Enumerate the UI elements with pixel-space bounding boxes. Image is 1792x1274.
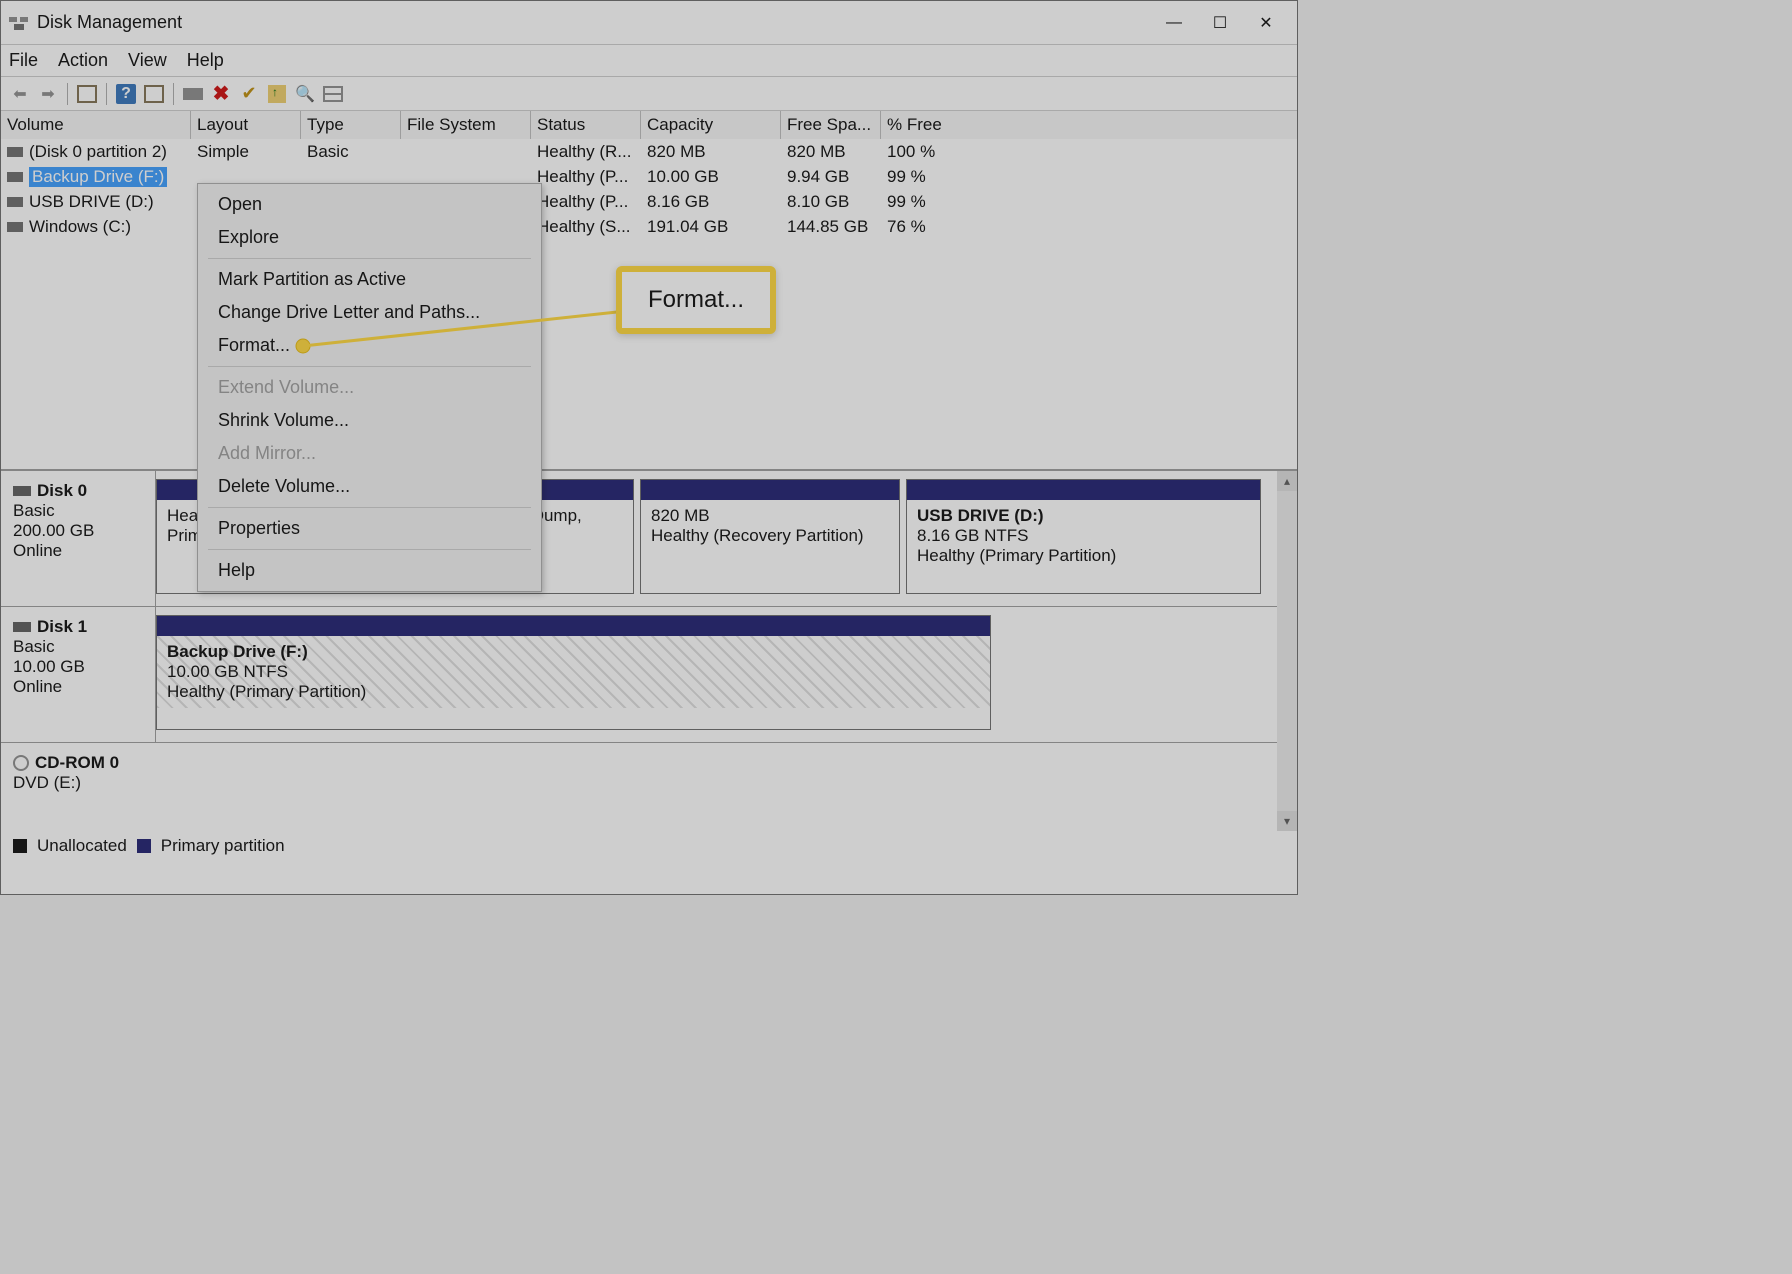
col-header-capacity[interactable]: Capacity — [641, 111, 781, 139]
context-menu: Open Explore Mark Partition as Active Ch… — [197, 183, 542, 592]
col-header-pct[interactable]: % Free — [881, 111, 1011, 139]
disk-block: CD-ROM 0 DVD (E:) — [1, 743, 1297, 799]
context-separator — [208, 366, 531, 367]
partition[interactable]: 820 MB Healthy (Recovery Partition) — [640, 479, 900, 594]
volume-list-header: Volume Layout Type File System Status Ca… — [1, 111, 1297, 139]
context-separator — [208, 258, 531, 259]
disk-icon — [13, 622, 31, 632]
toolbar-separator — [106, 83, 107, 105]
app-icon — [9, 15, 29, 31]
menu-action[interactable]: Action — [58, 50, 108, 71]
context-properties[interactable]: Properties — [198, 512, 541, 545]
volume-row[interactable]: Windows (C:) Healthy (S... 191.04 GB 144… — [1, 214, 1297, 239]
forward-button[interactable] — [37, 83, 59, 105]
context-change-letter[interactable]: Change Drive Letter and Paths... — [198, 296, 541, 329]
partition[interactable]: Backup Drive (F:) 10.00 GB NTFS Healthy … — [156, 615, 991, 730]
list-icon[interactable] — [322, 83, 344, 105]
volume-icon — [7, 222, 23, 232]
callout-text: Format... — [648, 286, 744, 313]
menu-help[interactable]: Help — [187, 50, 224, 71]
partition-header — [641, 480, 899, 500]
col-header-type[interactable]: Type — [301, 111, 401, 139]
context-extend: Extend Volume... — [198, 371, 541, 404]
partition[interactable]: USB DRIVE (D:) 8.16 GB NTFS Healthy (Pri… — [906, 479, 1261, 594]
disk-block: Disk 0 Basic 200.00 GB Online Healthy (S… — [1, 471, 1297, 607]
menubar: File Action View Help — [1, 45, 1297, 77]
col-header-volume[interactable]: Volume — [1, 111, 191, 139]
context-mark-active[interactable]: Mark Partition as Active — [198, 263, 541, 296]
disk-block: Disk 1 Basic 10.00 GB Online Backup Driv… — [1, 607, 1297, 743]
help-icon[interactable]: ? — [115, 83, 137, 105]
legend-swatch-primary — [137, 839, 151, 853]
disk-graphical-view: Disk 0 Basic 200.00 GB Online Healthy (S… — [1, 471, 1297, 831]
partition-header — [907, 480, 1260, 500]
col-header-fs[interactable]: File System — [401, 111, 531, 139]
volume-row[interactable]: (Disk 0 partition 2) Simple Basic Health… — [1, 139, 1297, 164]
context-shrink[interactable]: Shrink Volume... — [198, 404, 541, 437]
context-help[interactable]: Help — [198, 554, 541, 587]
context-add-mirror: Add Mirror... — [198, 437, 541, 470]
menu-view[interactable]: View — [128, 50, 167, 71]
col-header-status[interactable]: Status — [531, 111, 641, 139]
disk-management-window: Disk Management — ☐ ✕ File Action View H… — [0, 0, 1298, 895]
minimize-button[interactable]: — — [1151, 7, 1197, 39]
menu-file[interactable]: File — [9, 50, 38, 71]
disk-label[interactable]: Disk 1 Basic 10.00 GB Online — [1, 607, 156, 742]
window-title: Disk Management — [37, 12, 1151, 33]
context-format[interactable]: Format... — [198, 329, 541, 362]
check-icon[interactable]: ✔ — [238, 83, 260, 105]
volume-row[interactable]: Backup Drive (F:) Healthy (P... 10.00 GB… — [1, 164, 1297, 189]
vertical-scrollbar[interactable]: ▴ ▾ — [1277, 471, 1297, 831]
scroll-down-button[interactable]: ▾ — [1277, 811, 1297, 831]
callout-bubble: Format... — [616, 266, 776, 334]
disk-label[interactable]: CD-ROM 0 DVD (E:) — [1, 743, 156, 799]
properties-icon[interactable] — [76, 83, 98, 105]
context-open[interactable]: Open — [198, 188, 541, 221]
maximize-button[interactable]: ☐ — [1197, 7, 1243, 39]
toolbar-separator — [67, 83, 68, 105]
volume-icon — [7, 197, 23, 207]
context-explore[interactable]: Explore — [198, 221, 541, 254]
back-button[interactable] — [9, 83, 31, 105]
col-header-layout[interactable]: Layout — [191, 111, 301, 139]
partition-header — [157, 616, 990, 636]
legend: Unallocated Primary partition — [1, 831, 1297, 861]
col-header-free[interactable]: Free Spa... — [781, 111, 881, 139]
legend-label-unallocated: Unallocated — [37, 836, 127, 856]
cdrom-icon — [13, 755, 29, 771]
scroll-up-button[interactable]: ▴ — [1277, 471, 1297, 491]
legend-label-primary: Primary partition — [161, 836, 285, 856]
legend-swatch-unallocated — [13, 839, 27, 853]
delete-icon[interactable]: ✖ — [210, 83, 232, 105]
toolbar-separator — [173, 83, 174, 105]
search-icon[interactable]: 🔍 — [294, 83, 316, 105]
volume-icon — [7, 147, 23, 157]
disk-icon — [13, 486, 31, 496]
up-icon[interactable] — [266, 83, 288, 105]
titlebar: Disk Management — ☐ ✕ — [1, 1, 1297, 45]
volume-icon — [7, 172, 23, 182]
volume-row[interactable]: USB DRIVE (D:) Healthy (P... 8.16 GB 8.1… — [1, 189, 1297, 214]
disk-icon[interactable] — [182, 83, 204, 105]
context-separator — [208, 549, 531, 550]
action-icon[interactable] — [143, 83, 165, 105]
context-separator — [208, 507, 531, 508]
toolbar: ? ✖ ✔ 🔍 — [1, 77, 1297, 111]
context-delete-volume[interactable]: Delete Volume... — [198, 470, 541, 503]
disk-label[interactable]: Disk 0 Basic 200.00 GB Online — [1, 471, 156, 606]
close-button[interactable]: ✕ — [1243, 7, 1289, 39]
